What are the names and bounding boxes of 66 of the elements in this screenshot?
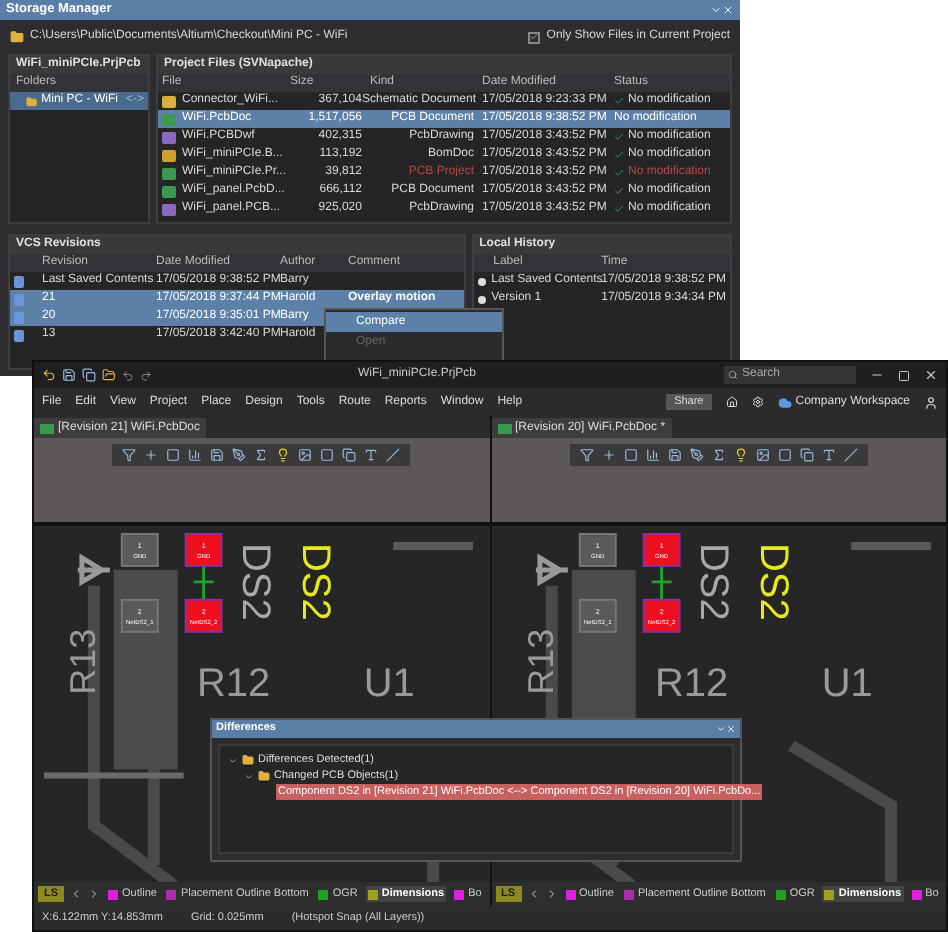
designator-label: DS2 <box>749 543 794 621</box>
net-line <box>192 564 216 602</box>
diode-symbol <box>75 555 113 585</box>
checkbox[interactable] <box>528 31 541 43</box>
sigma-icon[interactable] <box>711 448 726 462</box>
image-icon[interactable] <box>755 448 770 462</box>
save-all-icon[interactable] <box>82 368 96 382</box>
settings-icon[interactable] <box>751 396 764 408</box>
square-icon[interactable] <box>166 448 181 462</box>
plus-icon[interactable] <box>601 448 616 462</box>
expander-icon[interactable] <box>244 771 254 781</box>
pen-icon[interactable] <box>689 448 704 462</box>
sigma-icon[interactable] <box>254 448 269 462</box>
designator-label: DS2 <box>690 543 734 621</box>
filter-icon[interactable] <box>579 448 594 462</box>
chart-icon[interactable] <box>188 448 203 462</box>
maximize-icon[interactable] <box>898 369 910 381</box>
bulb-icon[interactable] <box>733 448 748 462</box>
folder-icon <box>258 770 270 782</box>
bulb-icon[interactable] <box>276 448 291 462</box>
designator-label: U1 <box>820 662 872 707</box>
filter-icon[interactable] <box>122 448 137 462</box>
pcb-icon <box>497 423 511 433</box>
line-icon[interactable] <box>386 448 401 462</box>
designator-label: R12 <box>197 662 271 707</box>
dropdown-icon[interactable] <box>716 724 726 734</box>
square-icon[interactable] <box>623 448 638 462</box>
folder-icon <box>10 30 24 44</box>
avatar-icon[interactable] <box>924 395 938 409</box>
minimize-icon[interactable] <box>870 368 884 382</box>
home-icon[interactable] <box>725 396 738 408</box>
redo-icon[interactable] <box>140 369 152 381</box>
undo-icon[interactable] <box>122 369 134 381</box>
previous-icon[interactable] <box>527 888 540 900</box>
designator-label: DS2 <box>233 543 277 621</box>
open-icon[interactable] <box>102 368 116 382</box>
next-icon[interactable] <box>88 888 101 900</box>
save-icon[interactable] <box>62 368 76 382</box>
check-icon <box>614 96 624 106</box>
diode-symbol <box>532 555 570 585</box>
line-icon[interactable] <box>843 448 858 462</box>
search-icon <box>728 370 738 380</box>
close-icon[interactable] <box>924 368 938 382</box>
text-icon[interactable] <box>821 448 836 462</box>
pcb-icon <box>40 423 54 433</box>
image-icon[interactable] <box>298 448 313 462</box>
expander-icon[interactable] <box>228 755 238 765</box>
net-line <box>649 564 673 602</box>
designator-label: R12 <box>654 662 728 707</box>
designator-label: U1 <box>363 662 415 707</box>
text-icon[interactable] <box>364 448 379 462</box>
designator-label: R13 <box>63 628 104 695</box>
copy-icon[interactable] <box>799 448 814 462</box>
square-icon[interactable] <box>777 448 792 462</box>
next-icon[interactable] <box>545 888 558 900</box>
chart-icon[interactable] <box>645 448 660 462</box>
designator-label: DS2 <box>292 543 337 621</box>
plus-icon[interactable] <box>144 448 159 462</box>
pen-icon[interactable] <box>232 448 247 462</box>
square-icon[interactable] <box>320 448 335 462</box>
cloud-icon <box>777 395 792 409</box>
folder-icon <box>242 754 254 766</box>
copy-icon[interactable] <box>342 448 357 462</box>
designator-label: R13 <box>520 628 561 695</box>
folder-icon <box>26 95 38 107</box>
previous-icon[interactable] <box>70 888 83 900</box>
